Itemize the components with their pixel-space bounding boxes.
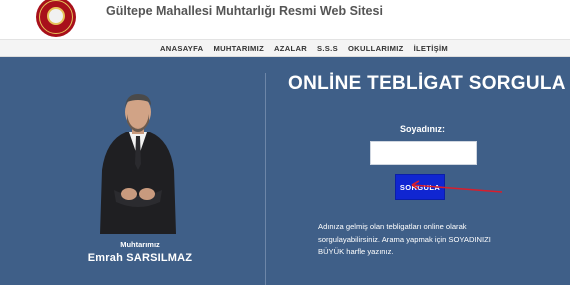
- help-text: Adınıza gelmiş olan tebligatları online …: [318, 222, 491, 256]
- site-header: Gültepe Mahallesi Muhtarlığı Resmi Web S…: [0, 0, 570, 39]
- site-title: Gültepe Mahallesi Muhtarlığı Resmi Web S…: [106, 4, 383, 18]
- municipal-seal-icon[interactable]: [36, 0, 76, 37]
- person-photo: [100, 94, 176, 234]
- form-title: ONLİNE TEBLİGAT SORGULA: [288, 73, 566, 94]
- nav-item-azalar[interactable]: AZALAR: [274, 44, 307, 53]
- main-navigation: ANASAYFA MUHTARIMIZ AZALAR S.S.S OKULLAR…: [0, 39, 570, 57]
- surname-input[interactable]: [370, 141, 477, 165]
- seal-emblem: [47, 7, 65, 25]
- nav-item-okullarimiz[interactable]: OKULLARIMIZ: [348, 44, 404, 53]
- nav-item-sss[interactable]: S.S.S: [317, 44, 338, 53]
- nav-item-iletisim[interactable]: İLETİŞİM: [414, 44, 448, 53]
- nav-item-muhtarimiz[interactable]: MUHTARIMIZ: [213, 44, 264, 53]
- profile-role: Muhtarımız: [120, 240, 160, 249]
- profile-name: Emrah SARSILMAZ: [87, 252, 193, 264]
- red-arrow-icon: [411, 180, 503, 193]
- profile-caption: Muhtarımız Emrah SARSILMAZ: [80, 240, 200, 264]
- surname-label: Soyadınız:: [400, 124, 446, 134]
- nav-items: ANASAYFA MUHTARIMIZ AZALAR S.S.S OKULLAR…: [160, 44, 448, 53]
- nav-item-anasayfa[interactable]: ANASAYFA: [160, 44, 203, 53]
- section-divider: [265, 73, 266, 285]
